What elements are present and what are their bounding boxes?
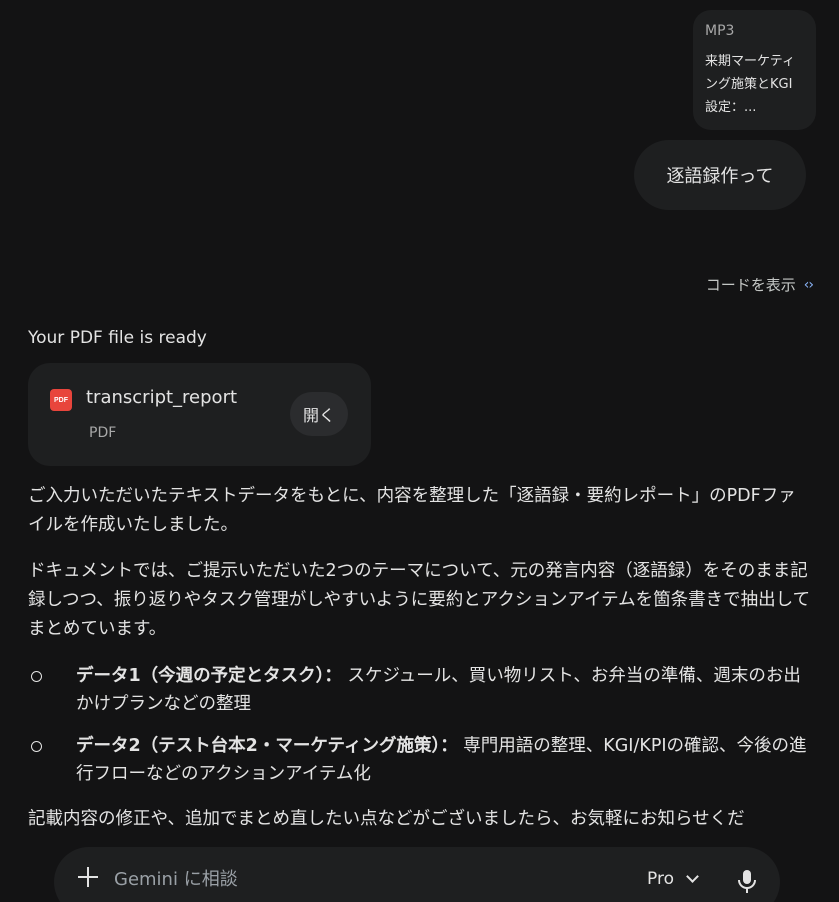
response-paragraph-1: ご入力いただいたテキストデータをもとに、内容を整理した「逐語録・要約レポート」の… bbox=[28, 486, 796, 535]
show-code-label: コードを表示 bbox=[705, 276, 796, 294]
model-selector[interactable]: Pro bbox=[647, 869, 699, 889]
pdf-file-card[interactable]: PDF transcript_report PDF 開く bbox=[28, 363, 371, 466]
user-message-text: 逐語録作って bbox=[666, 166, 774, 187]
code-icon: ‹› bbox=[803, 276, 814, 293]
response-paragraph-2: ドキュメントでは、ご提示いただいた2つのテーマについて、元の発言内容（逐語録）を… bbox=[28, 561, 811, 639]
microphone-icon[interactable] bbox=[736, 868, 758, 894]
chevron-down-icon bbox=[686, 870, 699, 883]
list-item-heading: データ1（今週の予定とタスク）： bbox=[76, 666, 342, 686]
attachment-type: MP3 bbox=[705, 23, 735, 39]
list-item-heading: データ2（テスト台本2・マーケティング施策）： bbox=[76, 736, 458, 756]
list-item: データ1（今週の予定とタスク）： スケジュール、買い物リスト、お弁当の準備、週末… bbox=[28, 662, 813, 718]
chat-page: MP3 来期マーケティング施策とKGI設定：... 逐語録作って コードを表示 … bbox=[0, 0, 839, 902]
list-item: データ2（テスト台本2・マーケティング施策）： 専門用語の整理、KGI/KPIの… bbox=[28, 732, 813, 788]
prompt-bar: Gemini に相談 Pro bbox=[54, 847, 780, 902]
pdf-file-type: PDF bbox=[89, 425, 117, 441]
pdf-file-name: transcript_report bbox=[86, 387, 238, 408]
attachment-chip[interactable]: MP3 来期マーケティング施策とKGI設定：... bbox=[693, 10, 816, 130]
show-code-button[interactable]: コードを表示 ‹› bbox=[705, 274, 814, 295]
pdf-ready-title: Your PDF file is ready bbox=[28, 328, 207, 348]
model-label: Pro bbox=[647, 869, 674, 889]
pdf-icon: PDF bbox=[50, 389, 72, 411]
plus-icon[interactable] bbox=[76, 865, 100, 889]
attachment-name: 来期マーケティング施策とKGI設定：... bbox=[705, 54, 795, 115]
bullet-circle-icon bbox=[31, 741, 42, 752]
bullet-circle-icon bbox=[31, 671, 42, 682]
open-button[interactable]: 開く bbox=[290, 392, 348, 436]
prompt-input[interactable]: Gemini に相談 bbox=[114, 865, 238, 891]
user-message-bubble: 逐語録作って bbox=[634, 140, 806, 210]
